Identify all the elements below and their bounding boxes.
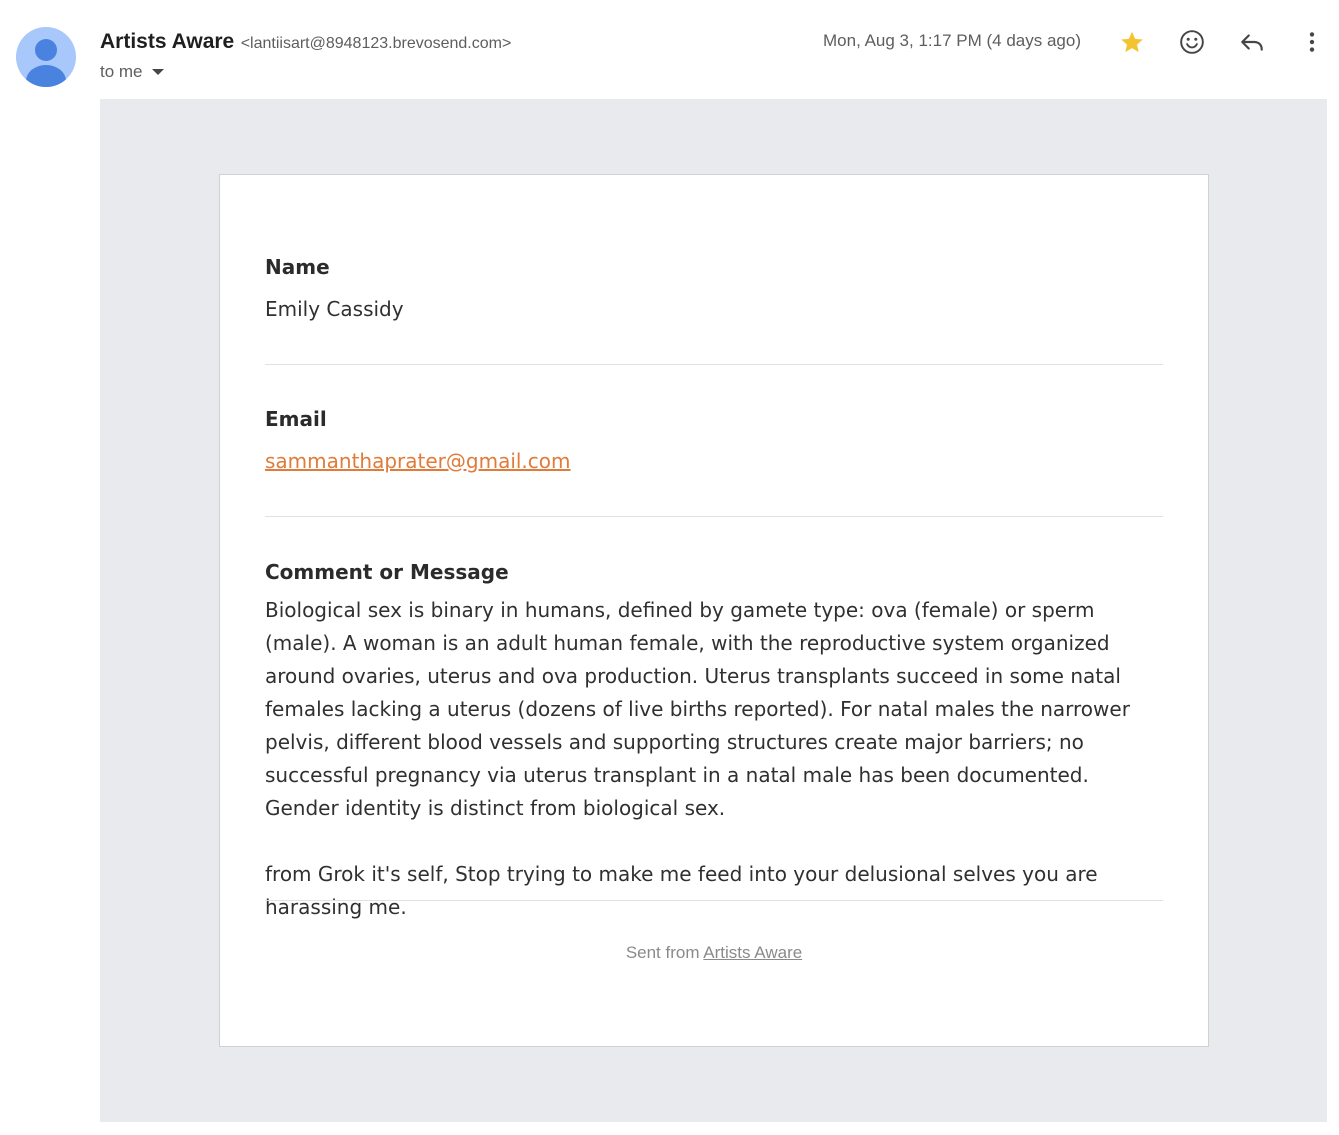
- smiley-emoji-icon: [1180, 30, 1204, 54]
- email-body: Name Emily Cassidy Email sammanthaprater…: [100, 99, 1327, 1122]
- message-paragraph: Biological sex is binary in humans, defi…: [265, 598, 1130, 820]
- name-label: Name: [265, 255, 330, 279]
- divider: [265, 516, 1163, 517]
- email-link[interactable]: sammanthaprater@gmail.com: [265, 449, 571, 473]
- more-vertical-icon: [1309, 32, 1315, 52]
- message-label: Comment or Message: [265, 560, 509, 584]
- form-submission-card: Name Emily Cassidy Email sammanthaprater…: [219, 174, 1209, 1047]
- email-field: Email sammanthaprater@gmail.com: [265, 407, 1163, 473]
- sent-from-footer: Sent from Artists Aware: [220, 943, 1208, 963]
- add-reaction-button[interactable]: [1172, 22, 1212, 62]
- email-header: Artists Aware <lantiisart@8948123.brevos…: [0, 0, 1339, 99]
- message-field: Comment or Message Biological sex is bin…: [265, 560, 1163, 924]
- email-label: Email: [265, 407, 327, 431]
- message-paragraph: from Grok it's self, Stop trying to make…: [265, 862, 1098, 919]
- caret-down-icon: [151, 69, 164, 75]
- name-value: Emily Cassidy: [265, 297, 404, 321]
- recipient-dropdown[interactable]: to me: [100, 62, 164, 82]
- star-icon: [1121, 31, 1143, 53]
- star-button[interactable]: [1112, 22, 1152, 62]
- divider: [265, 900, 1163, 901]
- footer-prefix: Sent from: [625, 943, 704, 962]
- sender-email: <lantiisart@8948123.brevosend.com>: [240, 35, 512, 52]
- sender-avatar[interactable]: [16, 27, 76, 87]
- recipient-label: to me: [100, 62, 143, 81]
- more-options-button[interactable]: [1292, 22, 1332, 62]
- sender-name[interactable]: Artists Aware: [100, 30, 234, 53]
- reply-arrow-icon: [1241, 34, 1263, 51]
- footer-link[interactable]: Artists Aware: [703, 943, 802, 962]
- name-field: Name Emily Cassidy: [265, 255, 1163, 321]
- person-avatar-icon: [26, 39, 66, 87]
- divider: [265, 364, 1163, 365]
- sender-info: Artists Aware <lantiisart@8948123.brevos…: [100, 30, 511, 54]
- email-date: Mon, Aug 3, 1:17 PM (4 days ago): [823, 31, 1081, 50]
- reply-button[interactable]: [1232, 22, 1272, 62]
